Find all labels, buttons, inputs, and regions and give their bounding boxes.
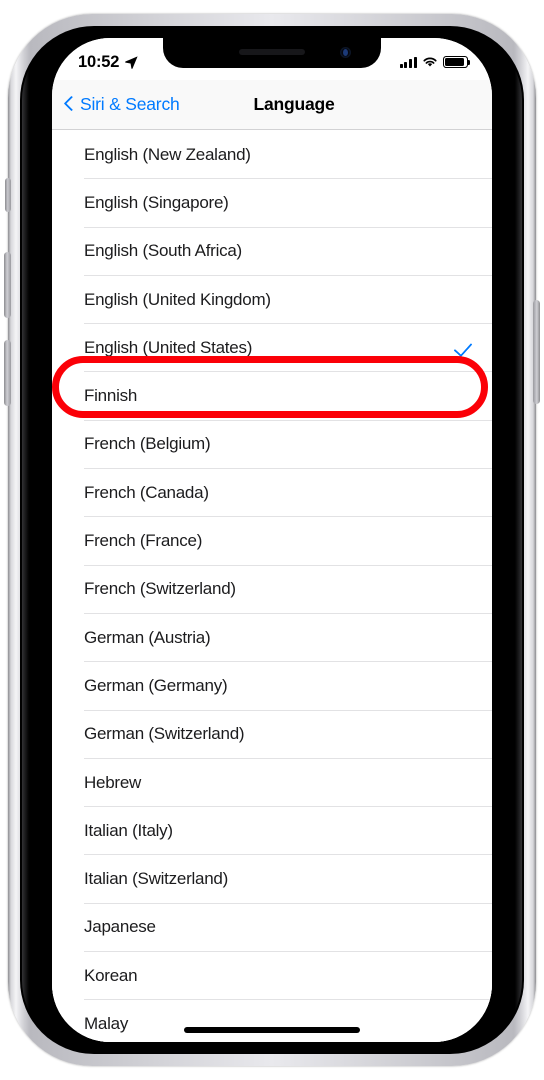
list-item-label: French (France) bbox=[84, 531, 203, 551]
list-item[interactable]: French (Canada) bbox=[52, 468, 492, 517]
home-indicator[interactable] bbox=[184, 1027, 360, 1033]
list-item-label: English (United States) bbox=[84, 337, 253, 357]
list-item-label: English (New Zealand) bbox=[84, 144, 251, 164]
list-item-label: French (Canada) bbox=[84, 482, 209, 502]
list-item[interactable]: Japanese bbox=[52, 902, 492, 952]
power-button[interactable] bbox=[533, 300, 540, 404]
list-item[interactable]: English (New Zealand) bbox=[52, 130, 492, 179]
earpiece-speaker bbox=[239, 49, 305, 55]
screenshot-canvas: 10:52 Siri & Search Language English (Ne… bbox=[0, 0, 544, 1080]
battery-full-icon bbox=[443, 56, 471, 68]
list-item-label: Japanese bbox=[84, 917, 156, 937]
location-arrow-icon bbox=[125, 55, 138, 69]
list-item[interactable]: Italian (Italy) bbox=[52, 806, 492, 855]
list-item[interactable]: French (Belgium) bbox=[52, 419, 492, 469]
list-item[interactable]: English (United States) bbox=[52, 323, 492, 372]
status-bar-left: 10:52 bbox=[78, 47, 139, 72]
list-item-label: English (Singapore) bbox=[84, 192, 229, 212]
list-item-label: French (Belgium) bbox=[84, 434, 211, 454]
volume-up-button[interactable] bbox=[4, 252, 11, 318]
list-item-label: English (South Africa) bbox=[84, 241, 242, 261]
list-item[interactable]: French (Switzerland) bbox=[52, 564, 492, 613]
list-item[interactable]: Korean bbox=[52, 951, 492, 1000]
list-item-label: German (Austria) bbox=[84, 627, 211, 647]
list-item-label: German (Switzerland) bbox=[84, 724, 245, 744]
language-list: English (New Zealand) English (Singapore)… bbox=[52, 130, 492, 1042]
status-bar-right bbox=[399, 50, 471, 68]
device-notch bbox=[163, 38, 381, 68]
list-item[interactable]: Malay bbox=[52, 999, 492, 1042]
list-item-label: English (United Kingdom) bbox=[84, 289, 271, 309]
list-item-label: Italian (Italy) bbox=[84, 820, 173, 840]
list-item[interactable]: English (Singapore) bbox=[52, 178, 492, 227]
phone-screen: 10:52 Siri & Search Language English (Ne… bbox=[52, 38, 492, 1042]
list-item[interactable]: Hebrew bbox=[52, 757, 492, 807]
list-item[interactable]: English (South Africa) bbox=[52, 226, 492, 275]
list-item-label: Italian (Switzerland) bbox=[84, 869, 229, 889]
wifi-icon bbox=[423, 57, 437, 67]
list-item[interactable]: French (France) bbox=[52, 516, 492, 565]
cellular-signal-icon bbox=[399, 56, 417, 68]
list-item-label: Hebrew bbox=[84, 772, 142, 792]
back-button-label: Siri & Search bbox=[80, 94, 180, 114]
list-item[interactable]: English (United Kingdom) bbox=[52, 274, 492, 324]
chevron-left-icon bbox=[64, 95, 75, 114]
language-list-scroll[interactable]: English (New Zealand) English (Singapore)… bbox=[52, 130, 492, 1042]
list-item-label: Finnish bbox=[84, 386, 138, 406]
list-item[interactable]: German (Switzerland) bbox=[52, 709, 492, 758]
back-button[interactable]: Siri & Search bbox=[64, 94, 180, 115]
list-item-label: Malay bbox=[84, 1013, 129, 1033]
list-item[interactable]: German (Austria) bbox=[52, 612, 492, 662]
volume-down-button[interactable] bbox=[4, 340, 11, 406]
status-bar-clock: 10:52 bbox=[78, 52, 120, 71]
list-item[interactable]: Finnish bbox=[52, 371, 492, 420]
list-item-label: German (Germany) bbox=[84, 675, 228, 695]
list-item-label: French (Switzerland) bbox=[84, 579, 236, 599]
silent-switch-button[interactable] bbox=[5, 178, 11, 212]
checkmark-icon bbox=[455, 337, 476, 358]
list-item-label: Korean bbox=[84, 965, 138, 985]
front-camera-icon bbox=[340, 47, 351, 58]
list-item[interactable]: Italian (Switzerland) bbox=[52, 854, 492, 903]
navigation-bar: Siri & Search Language bbox=[52, 80, 492, 130]
list-item[interactable]: German (Germany) bbox=[52, 661, 492, 710]
